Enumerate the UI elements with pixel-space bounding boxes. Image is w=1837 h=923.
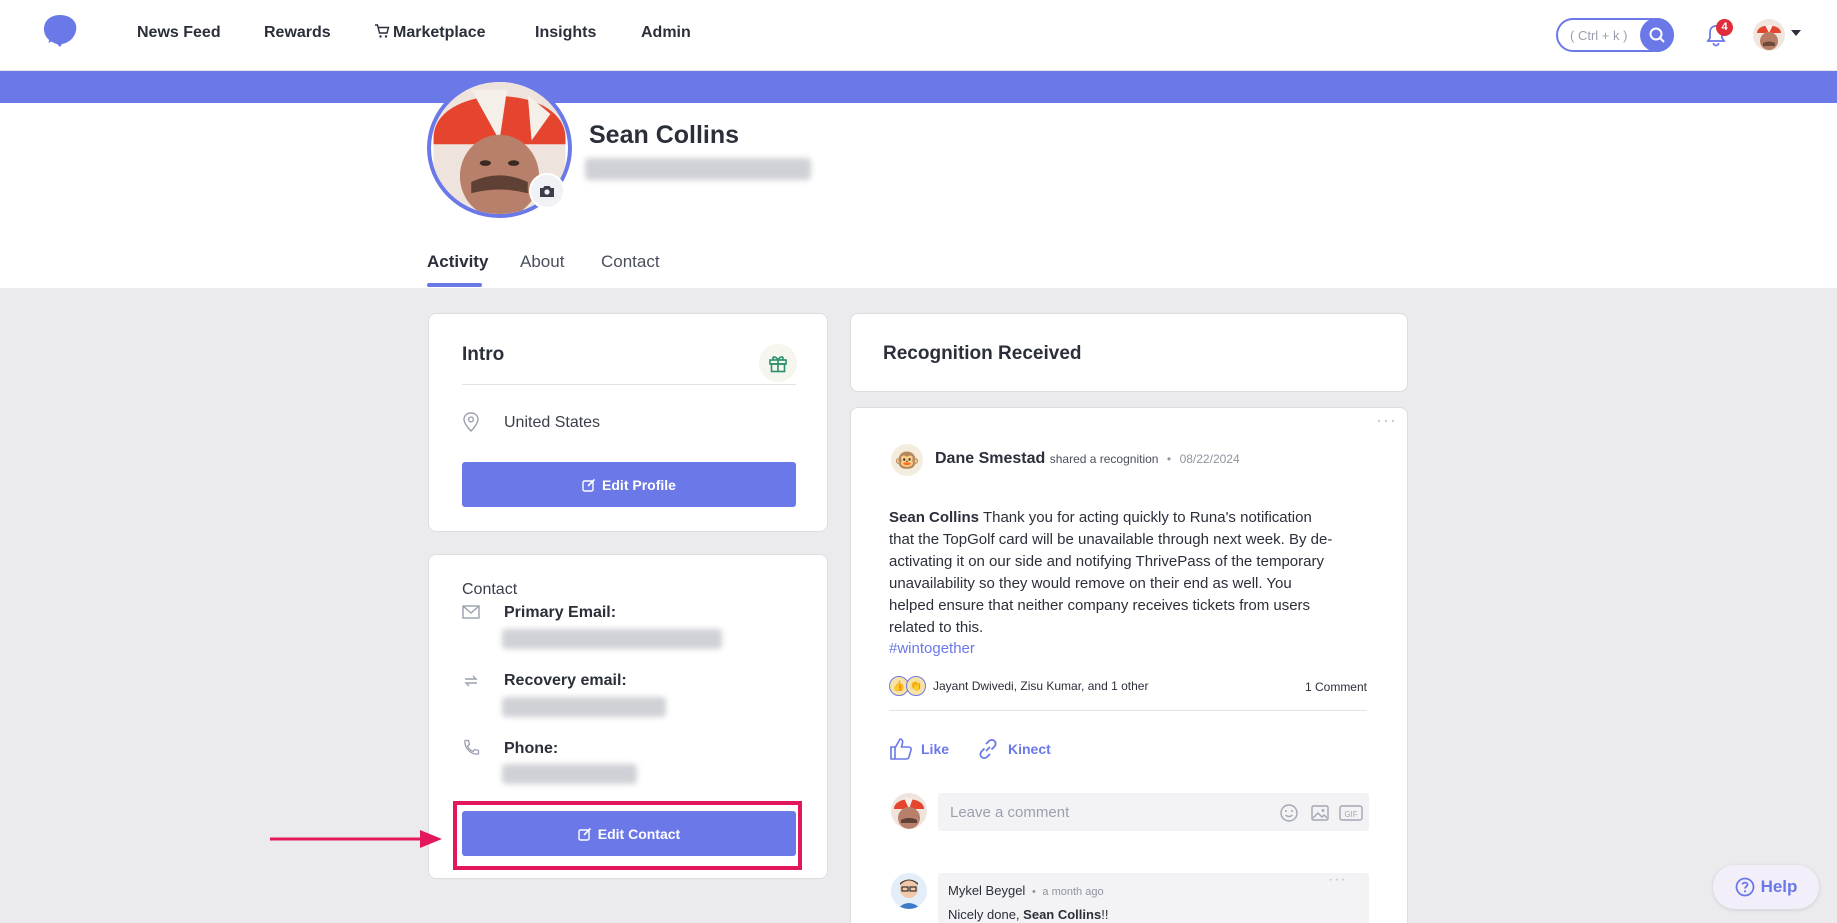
poster-name[interactable]: Dane Smestad [935, 450, 1045, 467]
svg-text:GIF: GIF [1344, 810, 1357, 819]
post-divider [889, 710, 1367, 711]
comment-reply: Mykel Beygel • a month ago ··· Nicely do… [891, 871, 1369, 923]
edit-icon [582, 478, 596, 492]
post-date: 08/22/2024 [1179, 452, 1240, 466]
gift-icon [769, 356, 787, 373]
recognition-header-card: Recognition Received [850, 313, 1408, 392]
like-label: Like [921, 741, 950, 757]
search-icon [1649, 27, 1665, 43]
notification-badge: 4 [1716, 19, 1733, 36]
search-box[interactable]: ( Ctrl + k ) [1556, 18, 1674, 52]
mail-icon [462, 605, 480, 619]
post-action-text: shared a recognition [1049, 452, 1159, 466]
edit-profile-button[interactable]: Edit Profile [462, 462, 796, 507]
user-avatar[interactable] [1753, 19, 1785, 51]
reply-text-suffix: !! [1101, 907, 1109, 922]
nav-rewards[interactable]: Rewards [264, 24, 331, 42]
location-text: United States [504, 414, 601, 431]
nav-news-feed[interactable]: News Feed [137, 24, 221, 42]
post-body: Sean Collins Thank you for acting quickl… [889, 507, 1339, 639]
link-icon [979, 738, 997, 760]
like-button[interactable]: Like [889, 737, 949, 761]
comments-count[interactable]: 1 Comment [1305, 680, 1367, 694]
chevron-down-icon[interactable] [1791, 30, 1801, 36]
reply-bubble: Mykel Beygel • a month ago ··· Nicely do… [938, 871, 1369, 923]
location-pin-icon [463, 412, 479, 432]
reactions-summary[interactable]: 👍 👏 Jayant Dwivedi, Zisu Kumar, and 1 ot… [889, 676, 1148, 696]
nav-marketplace-label: Marketplace [393, 24, 486, 41]
tab-activity[interactable]: Activity [427, 252, 488, 272]
image-icon[interactable] [1310, 803, 1330, 823]
reply-separator: • [1031, 886, 1036, 898]
reply-mention[interactable]: Sean Collins [1023, 907, 1101, 922]
recognition-title: Recognition Received [883, 343, 1082, 364]
reactions-names: Jayant Dwivedi, Zisu Kumar, and 1 other [933, 679, 1149, 693]
post-mention[interactable]: Sean Collins [889, 509, 979, 526]
intro-title: Intro [462, 344, 505, 365]
comment-input[interactable] [938, 793, 1369, 831]
reply-time: a month ago [1042, 886, 1104, 898]
tab-contact[interactable]: Contact [601, 252, 660, 272]
intro-card: Intro United States Edit Profile [428, 313, 828, 532]
redacted-job-title [585, 158, 811, 180]
change-photo-button[interactable] [529, 173, 565, 209]
contact-title: Contact [462, 581, 518, 598]
redacted-recovery-email [502, 697, 666, 717]
reply-header: Mykel Beygel • a month ago [948, 883, 1104, 898]
reply-text: Nicely done, Sean Collins!! [948, 907, 1108, 922]
nav-insights[interactable]: Insights [535, 24, 596, 42]
search-button[interactable] [1640, 18, 1674, 52]
recognition-post: ··· 🐵 Dane Smestad shared a recognition … [850, 407, 1408, 923]
top-navbar: News Feed Rewards Marketplace Insights A… [0, 0, 1837, 71]
phone-label: Phone: [504, 740, 559, 757]
primary-email-label: Primary Email: [504, 604, 617, 621]
post-text: Thank you for acting quickly to Runa's n… [889, 509, 1333, 636]
thumbs-up-icon [890, 738, 912, 760]
commenter-avatar [891, 793, 927, 829]
post-header: Dane Smestad shared a recognition • 08/2… [935, 450, 1240, 468]
kinect-label: Kinect [1008, 741, 1051, 757]
reply-more-icon[interactable]: ··· [1328, 871, 1347, 889]
nav-admin[interactable]: Admin [641, 24, 691, 42]
edit-profile-label: Edit Profile [602, 476, 676, 493]
reply-author[interactable]: Mykel Beygel [948, 883, 1025, 898]
question-circle-icon [1735, 877, 1754, 897]
tab-about[interactable]: About [520, 252, 564, 272]
nav-marketplace[interactable]: Marketplace [374, 24, 486, 42]
search-shortcut-hint: ( Ctrl + k ) [1570, 28, 1628, 43]
annotation-highlight-box [453, 801, 802, 870]
profile-header [0, 103, 1837, 288]
active-tab-indicator [427, 283, 482, 287]
sync-icon [464, 675, 478, 687]
phone-icon [464, 739, 480, 755]
emoji-icon[interactable] [1279, 803, 1299, 823]
help-label: Help [1760, 877, 1798, 896]
intro-divider [462, 384, 796, 385]
help-button[interactable]: Help [1713, 865, 1819, 909]
camera-icon [540, 186, 554, 197]
recovery-email-label: Recovery email: [504, 672, 627, 689]
cover-band [0, 71, 1837, 103]
redacted-primary-email [502, 629, 722, 649]
gift-button[interactable] [759, 344, 797, 382]
reply-avatar[interactable] [891, 873, 927, 909]
profile-name: Sean Collins [589, 121, 740, 149]
app-logo-icon[interactable] [40, 13, 80, 55]
post-separator: • [1166, 452, 1172, 466]
reply-text-prefix: Nicely done, [948, 907, 1020, 922]
gif-icon[interactable]: GIF [1339, 803, 1363, 823]
cart-icon [375, 24, 390, 38]
clap-reaction-icon: 👏 [906, 676, 926, 696]
redacted-phone [502, 764, 637, 784]
annotation-arrow-icon [270, 830, 442, 848]
post-more-icon[interactable]: ··· [1376, 410, 1397, 431]
post-hashtag[interactable]: #wintogether [889, 640, 975, 657]
poster-avatar[interactable]: 🐵 [891, 444, 923, 476]
kinect-button[interactable]: Kinect [976, 737, 1051, 761]
